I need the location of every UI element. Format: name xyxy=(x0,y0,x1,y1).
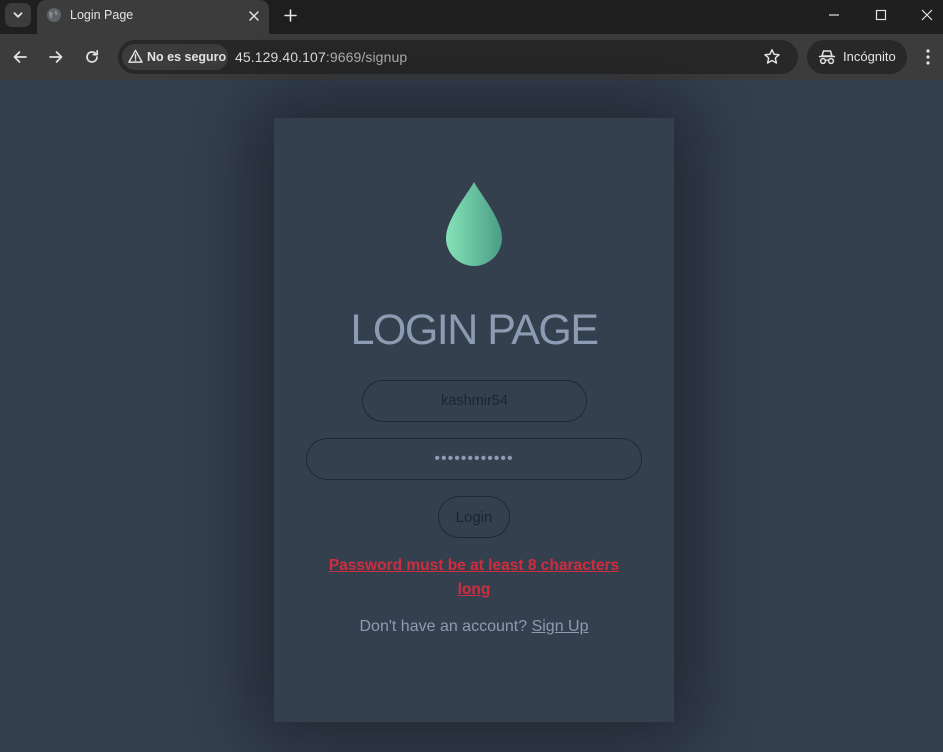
minimize-button[interactable] xyxy=(811,0,857,30)
plus-icon xyxy=(283,8,297,22)
forward-button[interactable] xyxy=(44,45,68,69)
back-button[interactable] xyxy=(8,45,32,69)
tab-search-button[interactable] xyxy=(5,3,31,27)
browser-tab-active[interactable]: Login Page xyxy=(37,0,269,34)
address-bar[interactable]: No es seguro 45.129.40.107:9669/signup xyxy=(118,40,798,74)
page-viewport: LOGIN PAGE Login Password must be at lea… xyxy=(0,80,943,752)
globe-icon xyxy=(47,8,61,22)
maximize-button[interactable] xyxy=(858,0,904,30)
arrow-left-icon xyxy=(13,51,27,63)
tab-strip: Login Page xyxy=(0,0,943,34)
reload-button[interactable] xyxy=(80,45,104,69)
login-card: LOGIN PAGE Login Password must be at lea… xyxy=(274,118,674,722)
close-icon xyxy=(921,9,933,21)
chevron-down-icon xyxy=(13,12,23,18)
more-vert-icon xyxy=(926,49,930,65)
url-path: :9669/signup xyxy=(325,49,408,65)
arrow-right-icon xyxy=(49,51,63,63)
password-input[interactable] xyxy=(306,438,642,480)
bookmark-star-icon[interactable] xyxy=(763,48,781,66)
tab-title: Login Page xyxy=(70,8,134,22)
signup-prompt-row: Don't have an account? Sign Up xyxy=(274,618,674,636)
maximize-icon xyxy=(875,9,887,21)
reload-icon xyxy=(86,49,99,63)
error-message: Password must be at least 8 characters l… xyxy=(328,557,620,598)
close-window-button[interactable] xyxy=(904,0,943,30)
minimize-icon xyxy=(829,14,839,16)
url-text[interactable]: 45.129.40.107:9669/signup xyxy=(235,49,407,65)
signup-link[interactable]: Sign Up xyxy=(532,618,589,635)
new-tab-button[interactable] xyxy=(279,4,301,26)
browser-toolbar: No es seguro 45.129.40.107:9669/signup I… xyxy=(0,34,943,80)
incognito-label: Incógnito xyxy=(843,49,896,64)
site-security-chip[interactable]: No es seguro xyxy=(122,44,228,70)
url-host: 45.129.40.107 xyxy=(235,49,326,65)
username-input[interactable] xyxy=(362,380,587,422)
page-title: LOGIN PAGE xyxy=(350,306,599,354)
login-button[interactable]: Login xyxy=(438,496,510,538)
browser-menu-button[interactable] xyxy=(918,46,938,68)
signup-prompt-text: Don't have an account? xyxy=(359,618,528,635)
close-icon xyxy=(249,11,259,21)
warning-icon xyxy=(128,49,143,63)
incognito-profile-button[interactable]: Incógnito xyxy=(807,40,907,74)
incognito-icon xyxy=(818,50,836,65)
water-drop-logo-icon xyxy=(446,182,502,266)
tab-close-button[interactable] xyxy=(245,7,263,25)
security-label: No es seguro xyxy=(147,50,227,64)
